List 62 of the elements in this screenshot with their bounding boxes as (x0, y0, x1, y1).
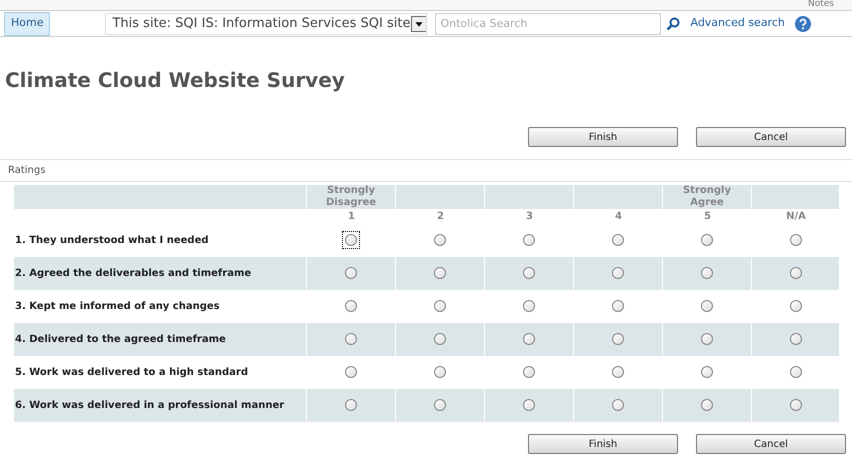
action-button[interactable]: Finish (528, 127, 678, 147)
question-label: 6. Work was delivered in a professional manner (15, 400, 284, 411)
action-button[interactable]: Finish (528, 434, 678, 454)
radio-button[interactable] (790, 234, 802, 246)
radio-button[interactable] (434, 300, 446, 312)
column-heading: 2 (437, 211, 444, 222)
radio-button[interactable] (701, 300, 713, 312)
question-label: 4. Delivered to the agreed timeframe (15, 334, 226, 345)
radio-button[interactable] (701, 234, 713, 246)
radio-button[interactable] (345, 234, 357, 246)
question-label: 3. Kept me informed of any changes (15, 301, 220, 312)
search-field[interactable]: Ontolica Search (435, 12, 662, 34)
column-heading: Strongly Agree (682, 185, 732, 209)
column-heading: 4 (615, 211, 622, 222)
radio-button[interactable] (612, 332, 624, 344)
home-tab[interactable]: Home (4, 12, 50, 36)
radio-button[interactable] (790, 366, 802, 378)
radio-button[interactable] (523, 398, 535, 410)
radio-button[interactable] (790, 266, 802, 278)
section-heading: Ratings (8, 164, 46, 178)
column-heading: Strongly Disagree (324, 185, 378, 209)
column-heading: 3 (526, 211, 533, 222)
radio-button[interactable] (434, 234, 446, 246)
column-heading: N/A (786, 211, 806, 222)
radio-button[interactable] (345, 398, 357, 410)
radio-button[interactable] (612, 398, 624, 410)
radio-button[interactable] (701, 332, 713, 344)
question-label: 5. Work was delivered to a high standard (15, 367, 248, 378)
radio-button[interactable] (701, 366, 713, 378)
radio-button[interactable] (612, 234, 624, 246)
radio-button[interactable] (790, 300, 802, 312)
radio-button[interactable] (434, 266, 446, 278)
radio-button[interactable] (523, 300, 535, 312)
radio-button[interactable] (523, 234, 535, 246)
radio-button[interactable] (345, 366, 357, 378)
radio-button[interactable] (345, 332, 357, 344)
scope-dropdown[interactable]: This site: SQI IS: Information Services SQI site (105, 12, 428, 34)
radio-button[interactable] (523, 266, 535, 278)
radio-button[interactable] (790, 398, 802, 410)
radio-button[interactable] (523, 332, 535, 344)
advanced-search-link[interactable]: Advanced search (690, 15, 785, 32)
radio-button[interactable] (434, 332, 446, 344)
radio-button[interactable] (434, 366, 446, 378)
column-heading: 5 (704, 211, 711, 222)
action-button[interactable]: Cancel (696, 434, 846, 454)
search-icon[interactable] (666, 16, 680, 30)
radio-button[interactable] (345, 266, 357, 278)
radio-button[interactable] (612, 266, 624, 278)
column-heading: 1 (348, 211, 355, 222)
question-label: 1. They understood what I needed (15, 235, 209, 246)
radio-button[interactable] (612, 366, 624, 378)
question-label: 2. Agreed the deliverables and timeframe (15, 268, 252, 279)
radio-button[interactable] (701, 398, 713, 410)
radio-button[interactable] (523, 366, 535, 378)
radio-button[interactable] (345, 300, 357, 312)
radio-button[interactable] (701, 266, 713, 278)
radio-button[interactable] (434, 398, 446, 410)
help-icon[interactable] (794, 16, 811, 32)
radio-button[interactable] (612, 300, 624, 312)
page-title: Climate Cloud Website Survey (5, 67, 346, 94)
radio-button[interactable] (790, 332, 802, 344)
action-button[interactable]: Cancel (696, 127, 846, 147)
